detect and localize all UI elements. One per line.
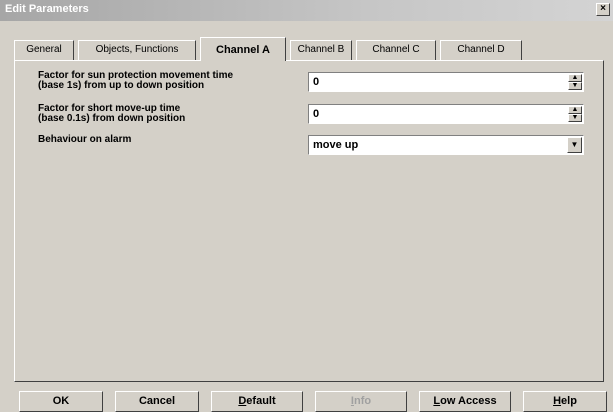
title-bar: Edit Parameters × — [0, 0, 613, 21]
edit-parameters-window: Edit Parameters × General Objects, Funct… — [0, 0, 613, 412]
ok-button[interactable]: OK — [19, 391, 103, 412]
tab-channel-a[interactable]: Channel A — [200, 37, 286, 61]
help-button[interactable]: Help — [523, 391, 607, 412]
window-title: Edit Parameters — [5, 3, 89, 15]
tab-general[interactable]: General — [14, 40, 74, 60]
tab-channel-c[interactable]: Channel C — [356, 40, 436, 60]
tab-objects-functions[interactable]: Objects, Functions — [78, 40, 196, 60]
tab-channel-d[interactable]: Channel D — [440, 40, 522, 60]
tab-channel-b[interactable]: Channel B — [290, 40, 352, 60]
close-button[interactable]: × — [596, 3, 610, 16]
info-button[interactable]: Info — [315, 391, 407, 412]
cancel-button[interactable]: Cancel — [115, 391, 199, 412]
channel-a-panel — [14, 60, 604, 382]
default-button[interactable]: Default — [211, 391, 303, 412]
close-icon: × — [600, 3, 606, 14]
low-access-button[interactable]: Low Access — [419, 391, 511, 412]
